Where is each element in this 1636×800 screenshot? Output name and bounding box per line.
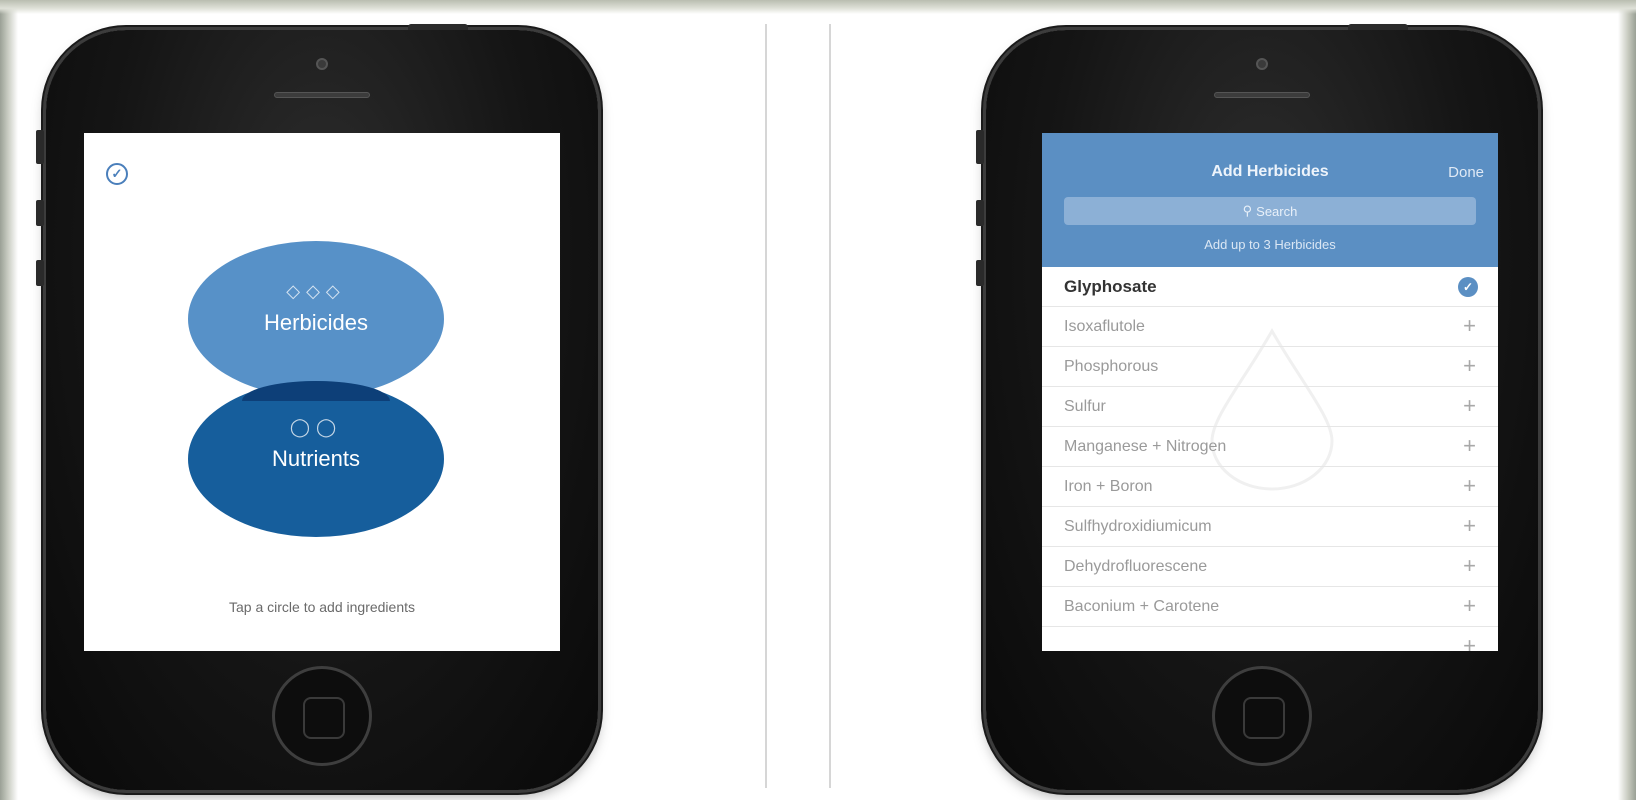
list-item-label: Baconium + Carotene [1064,597,1220,615]
list-item-label: Manganese + Nitrogen [1064,437,1227,455]
power-button [1348,24,1408,30]
list-item[interactable]: Sulfhydroxidiumicum + [1042,507,1498,547]
add-icon[interactable]: + [1463,595,1476,617]
list-item[interactable]: Glyphosate ✓ [1042,267,1498,307]
list-item-label: Phosphorous [1064,357,1159,375]
search-input[interactable]: ⚲ Search [1064,197,1476,225]
mute-switch [36,130,44,164]
search-icon: ⚲ [1242,203,1253,218]
list-item-label: Isoxaflutole [1064,317,1145,335]
herbicides-circle[interactable]: ◇◇◇ Herbicides [188,241,444,397]
list-item[interactable]: Iron + Boron + [1042,467,1498,507]
add-icon[interactable]: + [1463,355,1476,377]
phone-left: ✓ ◇◇◇ Herbicides ◯◯ Nutrients Tap a circ… [36,24,598,790]
volume-up-button [976,200,984,226]
list-item[interactable]: Sulfur + [1042,387,1498,427]
screen-ingredient-picker: ✓ ◇◇◇ Herbicides ◯◯ Nutrients Tap a circ… [84,133,560,651]
leaf-icons: ◯◯ [289,417,343,437]
add-icon[interactable]: + [1463,435,1476,457]
screen-add-herbicides: Add Herbicides Done ⚲ Search Add up to 3… [1042,133,1498,651]
droplet-icons: ◇◇◇ [286,281,346,301]
list-item[interactable]: Isoxaflutole + [1042,307,1498,347]
checkmark-icon[interactable]: ✓ [1458,277,1478,297]
list-item[interactable]: Phosphorous + [1042,347,1498,387]
earpiece-speaker [1214,92,1310,98]
volume-down-button [36,260,44,286]
check-icon[interactable]: ✓ [106,163,128,185]
herbicides-label: Herbicides [264,310,368,335]
background-strip [0,0,1636,14]
list-item-label: Sulfur [1064,397,1106,415]
front-camera [1256,58,1268,70]
page-title: Add Herbicides [1211,163,1329,180]
list-item[interactable]: + [1042,627,1498,652]
mute-switch [976,130,984,164]
home-button[interactable] [1212,666,1312,766]
volume-down-button [976,260,984,286]
nutrients-circle[interactable]: ◯◯ Nutrients [188,381,444,537]
nav-bar: Add Herbicides Done ⚲ Search Add up to 3… [1042,133,1498,267]
search-placeholder: Search [1256,203,1298,219]
add-icon[interactable]: + [1463,475,1476,497]
add-icon[interactable]: + [1463,395,1476,417]
home-button[interactable] [272,666,372,766]
nutrients-label: Nutrients [271,446,361,471]
list-item[interactable]: Baconium + Carotene + [1042,587,1498,627]
add-icon[interactable]: + [1463,555,1476,577]
list-item[interactable]: Manganese + Nitrogen + [1042,427,1498,467]
list-item[interactable]: Dehydrofluorescene + [1042,547,1498,587]
divider-line [829,24,831,788]
add-icon[interactable]: + [1463,315,1476,337]
divider-line [765,24,767,788]
done-button[interactable]: Done [1448,164,1484,181]
earpiece-speaker [274,92,370,98]
herbicide-list: Glyphosate ✓ Isoxaflutole + Phosphorous … [1042,267,1498,651]
selection-limit-text: Add up to 3 Herbicides [1204,237,1336,252]
list-item-label: Dehydrofluorescene [1064,557,1208,575]
venn-diagram: ◇◇◇ Herbicides ◯◯ Nutrients [188,241,448,541]
add-icon[interactable]: + [1463,635,1476,652]
list-item-label: Sulfhydroxidiumicum [1064,517,1212,535]
add-icon[interactable]: + [1463,515,1476,537]
list-item-label: Iron + Boron [1064,477,1153,495]
power-button [408,24,468,30]
instruction-text: Tap a circle to add ingredients [229,599,415,615]
list-item-label: Glyphosate [1064,276,1157,296]
volume-up-button [36,200,44,226]
phone-right: Add Herbicides Done ⚲ Search Add up to 3… [976,24,1538,790]
front-camera [316,58,328,70]
